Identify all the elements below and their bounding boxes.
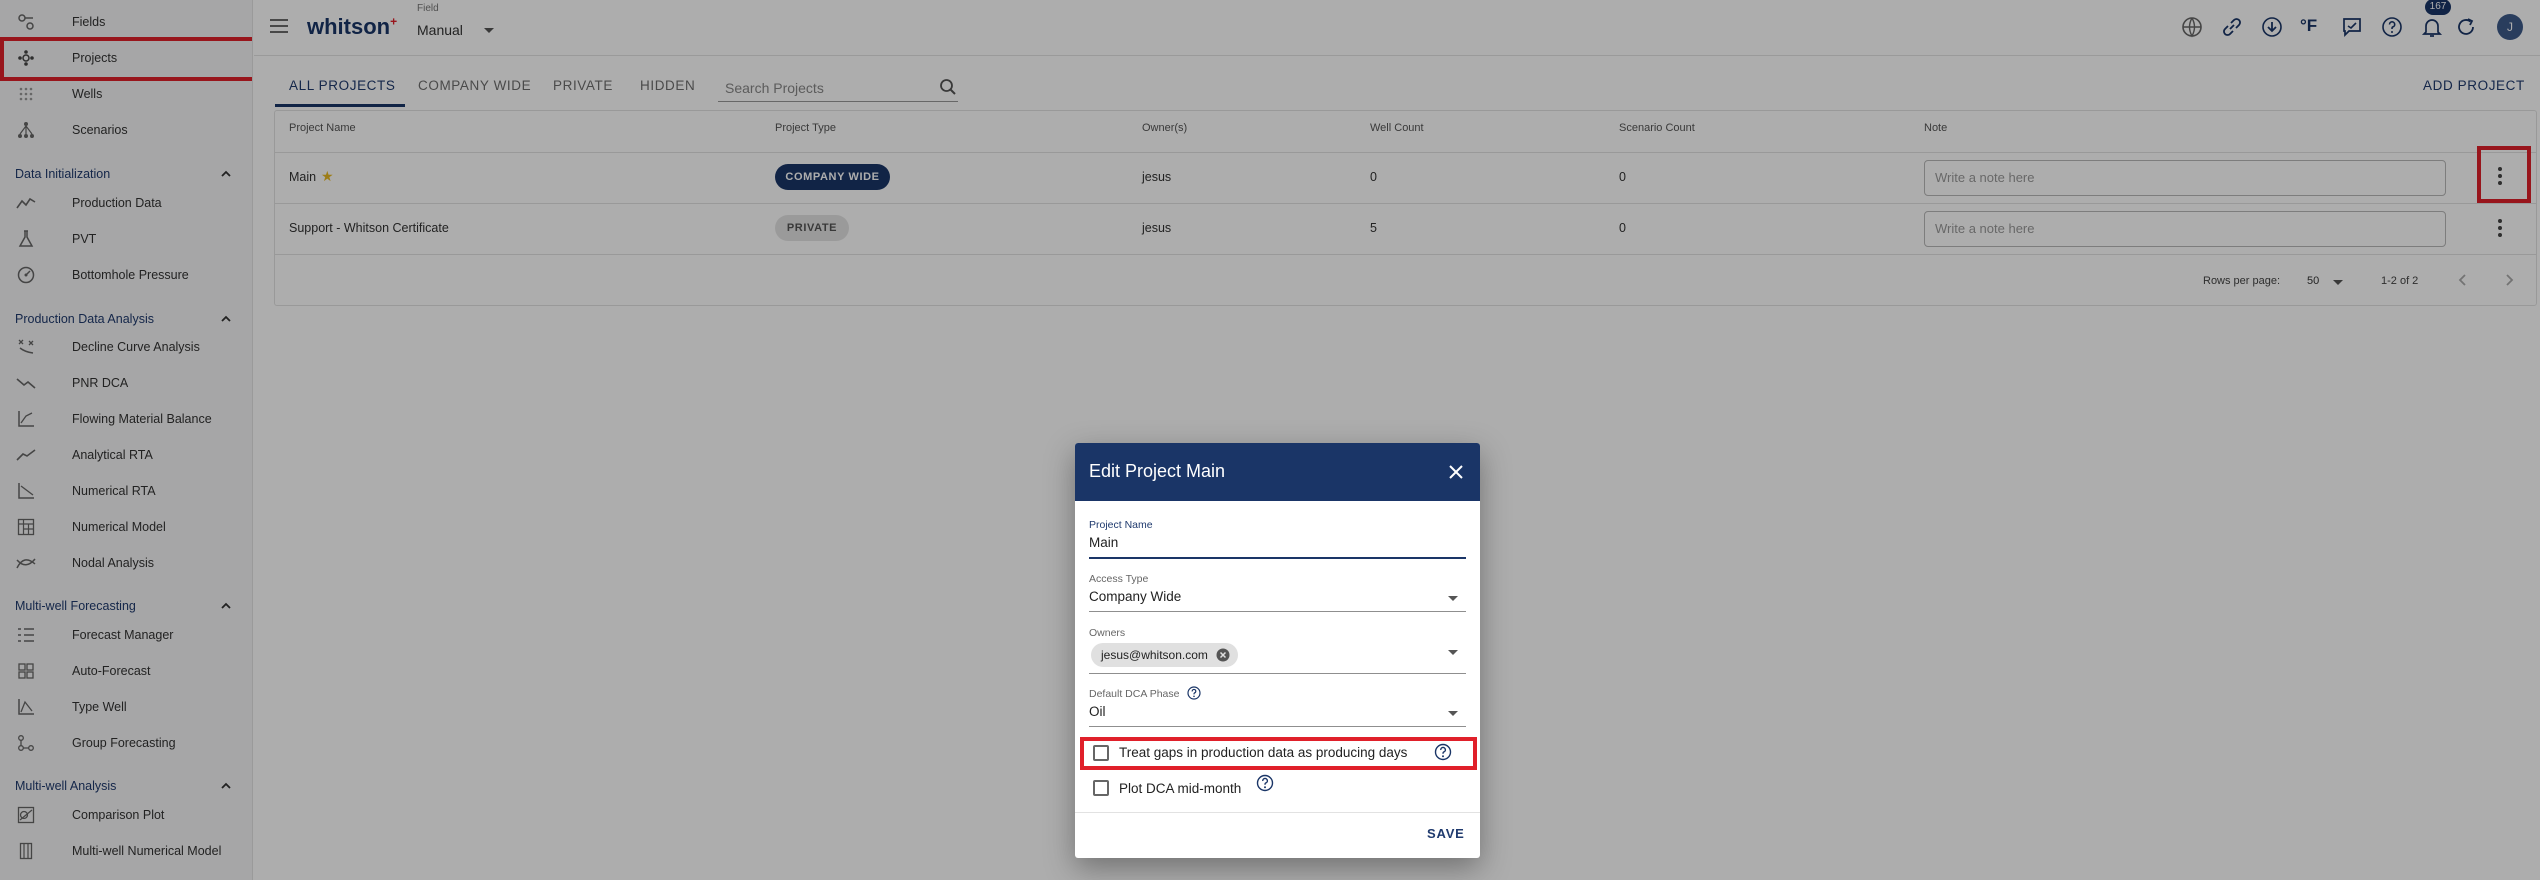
divider (1075, 812, 1480, 813)
field-underline (1089, 726, 1466, 727)
dropdown-arrow-icon[interactable] (1448, 711, 1458, 716)
owners-label: Owners (1089, 627, 1126, 639)
help-icon[interactable] (1434, 743, 1452, 761)
project-name-label: Project Name (1089, 519, 1153, 531)
gaps-as-producing-days-checkbox[interactable] (1093, 745, 1109, 761)
field-underline (1089, 673, 1466, 674)
dca-phase-value: Oil (1089, 704, 1106, 719)
dropdown-arrow-icon[interactable] (1448, 596, 1458, 601)
dialog-header: Edit Project Main (1075, 443, 1480, 501)
plot-dca-mid-month-checkbox[interactable] (1093, 780, 1109, 796)
project-name-value: Main (1089, 535, 1119, 550)
project-name-input[interactable]: Main (1089, 533, 1466, 559)
dca-phase-label: Default DCA Phase (1089, 688, 1180, 700)
owner-chip-label: jesus@whitson.com (1101, 648, 1208, 662)
help-icon[interactable] (1187, 686, 1201, 700)
focused-underline (1089, 557, 1466, 559)
chip-remove-icon[interactable] (1216, 648, 1230, 662)
close-icon[interactable] (1448, 464, 1464, 480)
owner-chip: jesus@whitson.com (1091, 643, 1238, 667)
field-underline (1089, 611, 1466, 612)
access-type-label: Access Type (1089, 573, 1149, 585)
help-icon[interactable] (1256, 774, 1274, 792)
gaps-as-producing-days-label[interactable]: Treat gaps in production data as produci… (1119, 745, 1407, 760)
access-type-value: Company Wide (1089, 589, 1182, 604)
access-type-select[interactable]: Company Wide (1089, 587, 1466, 611)
dca-phase-select[interactable]: Oil (1089, 702, 1466, 726)
save-button[interactable]: SAVE (1427, 826, 1465, 841)
dropdown-arrow-icon[interactable] (1448, 650, 1458, 655)
plot-dca-mid-month-label[interactable]: Plot DCA mid-month (1119, 781, 1241, 796)
edit-project-dialog: Edit Project Main Project Name Main Acce… (1075, 443, 1480, 858)
dialog-title: Edit Project Main (1089, 461, 1226, 481)
